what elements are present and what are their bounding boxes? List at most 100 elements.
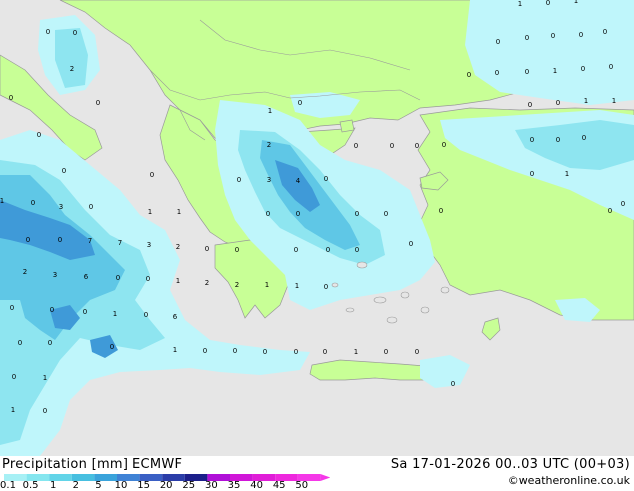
precip-value-label: 0 — [296, 210, 300, 218]
precip-value-label: 0 — [355, 210, 359, 218]
precip-value-label: 1 — [43, 374, 47, 382]
precip-value-label: 2 — [205, 279, 209, 287]
map-footer: Precipitation [mm] ECMWF Sa 17-01-2026 0… — [0, 456, 634, 491]
precip-value-label: 3 — [267, 176, 271, 184]
precip-value-label: 0 — [442, 141, 446, 149]
precip-value-label: 1 — [0, 197, 4, 205]
island-3 — [400, 291, 410, 299]
precip-value-label: 0 — [237, 176, 241, 184]
precip-value-label: 0 — [530, 170, 534, 178]
precip-value-label: 0 — [83, 308, 87, 316]
precip-value-label: 0 — [50, 306, 54, 314]
precip-value-label: 0 — [298, 99, 302, 107]
island-5 — [345, 307, 355, 313]
precip-value-label: 1 — [295, 282, 299, 290]
precip-value-label: 0 — [324, 283, 328, 291]
precip-value-label: 0 — [46, 28, 50, 36]
precip-value-label: 0 — [467, 71, 471, 79]
scale-label: 20 — [159, 480, 173, 491]
precip-value-label: 1 — [553, 67, 557, 75]
island-2 — [373, 296, 387, 304]
precip-value-label: 0 — [294, 348, 298, 356]
island-8 — [331, 282, 339, 288]
scale-label: 2 — [72, 480, 79, 491]
scale-label: 50 — [295, 480, 309, 491]
precip-value-label: 0 — [354, 142, 358, 150]
precip-value-label: 0 — [609, 63, 613, 71]
credit-link[interactable]: ©weatheronline.co.uk — [508, 474, 630, 487]
precip-value-label: 0 — [525, 34, 529, 42]
precip-value-label: 0 — [581, 65, 585, 73]
precip-value-label: 0 — [495, 69, 499, 77]
precip-value-label: 1 — [177, 208, 181, 216]
precip-value-label: 0 — [26, 236, 30, 244]
precip-value-label: 0 — [263, 348, 267, 356]
precip-value-label: 1 — [148, 208, 152, 216]
island-4 — [386, 316, 398, 324]
precip-value-label: 0 — [525, 68, 529, 76]
scale-label: 15 — [137, 480, 150, 491]
precip-value-label: 1 — [173, 346, 177, 354]
precip-value-label: 4 — [296, 177, 301, 185]
island-1 — [356, 261, 368, 269]
precip-value-label: 0 — [146, 275, 150, 283]
scale-label: 35 — [227, 480, 241, 491]
precip-value-label: 0 — [10, 304, 14, 312]
scale-label: 10 — [114, 480, 128, 491]
precip-value-label: 0 — [384, 210, 388, 218]
precip-value-label: 0 — [326, 246, 330, 254]
precip-value-label: 6 — [84, 273, 89, 281]
precip-value-label: 0 — [233, 347, 237, 355]
precip-value-label: 0 — [409, 240, 413, 248]
scale-label: 25 — [182, 480, 196, 491]
scale-overflow-arrow — [320, 474, 330, 481]
precip-value-label: 3 — [59, 203, 63, 211]
precip-value-label: 1 — [176, 277, 180, 285]
precip-value-label: 0 — [324, 175, 328, 183]
island-7 — [440, 286, 450, 294]
model-name: ECMWF — [132, 457, 183, 472]
precip-value-label: 0 — [384, 348, 388, 356]
precip-value-label: 6 — [173, 313, 178, 321]
precip-value-label: 1 — [612, 97, 616, 105]
precip-value-label: 0 — [415, 142, 419, 150]
precip-value-label: 1 — [574, 0, 578, 5]
precip-value-label: 0 — [528, 101, 532, 109]
precip-value-label: 0 — [58, 236, 62, 244]
precip-value-label: 1 — [565, 170, 569, 178]
map-title: Precipitation [mm] — [2, 457, 129, 472]
precip-value-label: 0 — [43, 407, 47, 415]
precip-value-label: 0 — [235, 246, 239, 254]
precip-value-label: 1 — [113, 310, 117, 318]
precip-value-label: 0 — [62, 167, 66, 175]
land-thassos — [339, 119, 355, 133]
precip-value-label: 0 — [31, 199, 35, 207]
precip-value-label: 3 — [147, 241, 151, 249]
precip-value-label: 0 — [451, 380, 455, 388]
precip-value-label: 0 — [579, 31, 583, 39]
scale-label: 40 — [250, 480, 263, 491]
precip-value-label: 0 — [439, 207, 443, 215]
precip-value-label: 0 — [9, 94, 13, 102]
precip-value-label: 2 — [70, 65, 74, 73]
precip-value-label: 1 — [265, 281, 269, 289]
scale-label: 30 — [205, 480, 218, 491]
precip-value-label: 0 — [415, 348, 419, 356]
precipitation-map: 0 0 1 0 1 0 0 0 0 2 0 1 0 0 0 0 1 0 0 0 1 0 0 0 1 0 0 0 0 0 0 0 2 0 0 0 0 1 0 3… — [0, 0, 634, 456]
precip-value-label: 0 — [582, 134, 586, 142]
precip-value-label: 0 — [73, 29, 77, 37]
precip-value-label: 7 — [118, 239, 122, 247]
precip-value-label: 2 — [23, 268, 27, 276]
precip-value-label: 0 — [556, 136, 560, 144]
precip-value-label: 2 — [235, 281, 239, 289]
precip-value-label: 1 — [518, 0, 522, 8]
precip-value-label: 0 — [203, 347, 207, 355]
precip-value-label: 2 — [176, 243, 180, 251]
precip-value-label: 0 — [294, 246, 298, 254]
precip-value-label: 0 — [323, 348, 327, 356]
scale-label: 1 — [50, 480, 57, 491]
precip-value-label: 1 — [584, 97, 588, 105]
precip-value-label: 0 — [496, 38, 500, 46]
precip-value-label: 7 — [88, 237, 92, 245]
precip-value-label: 1 — [11, 406, 15, 414]
